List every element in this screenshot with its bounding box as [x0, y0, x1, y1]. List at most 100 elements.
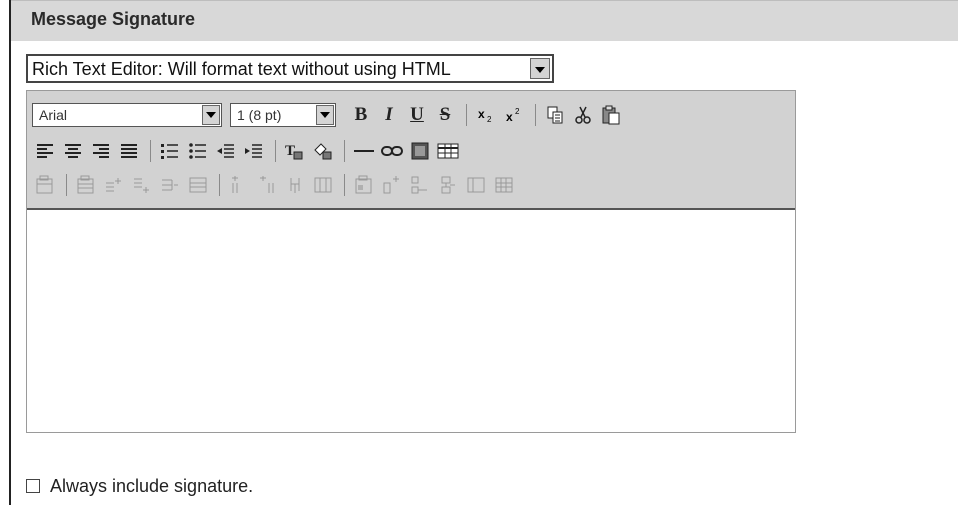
- rich-text-editor: Arial 1 (8 pt) B I U S x2 x2 T: [26, 90, 796, 433]
- insert-link-button[interactable]: [379, 139, 405, 163]
- italic-button[interactable]: I: [376, 103, 402, 127]
- toolbar-separator: [219, 174, 220, 196]
- toolbar-row-2: T: [32, 137, 463, 165]
- insert-row-after-button[interactable]: [129, 173, 155, 197]
- font-family-select[interactable]: Arial: [32, 103, 222, 127]
- insert-column-before-icon: [232, 176, 238, 193]
- delete-column-icon: [290, 178, 300, 193]
- bulleted-list-button[interactable]: [185, 139, 211, 163]
- merge-cells-button[interactable]: [185, 173, 211, 197]
- dropdown-arrow-icon[interactable]: [316, 105, 334, 125]
- indent-button[interactable]: [241, 139, 267, 163]
- svg-text:x: x: [506, 110, 513, 124]
- split-cell-button[interactable]: [310, 173, 336, 197]
- outdent-icon: [217, 144, 234, 158]
- svg-text:2: 2: [515, 107, 520, 116]
- table-grid-button[interactable]: [491, 173, 517, 197]
- merge-cells-icon: [189, 177, 207, 193]
- paste-button[interactable]: [598, 103, 624, 127]
- delete-column-button[interactable]: [282, 173, 308, 197]
- split-cell-icon: [314, 177, 332, 193]
- highlight-color-button[interactable]: [310, 139, 336, 163]
- insert-cell-before-icon: [383, 176, 399, 194]
- highlight-color-icon: [314, 143, 332, 160]
- insert-image-button[interactable]: [407, 139, 433, 163]
- horizontal-rule-icon: [354, 150, 374, 152]
- toolbar-separator: [344, 174, 345, 196]
- numbered-list-icon: [161, 144, 178, 159]
- section-title: Message Signature: [31, 9, 196, 29]
- always-include-signature-label: Always include signature.: [50, 475, 254, 496]
- insert-column-after-icon: [260, 176, 274, 193]
- underline-button[interactable]: U: [404, 103, 430, 127]
- align-right-button[interactable]: [88, 139, 114, 163]
- subscript-button[interactable]: x2: [473, 103, 499, 127]
- cell-properties-icon: [355, 175, 372, 194]
- delete-cell-icon: [441, 176, 455, 194]
- signature-edit-area[interactable]: [27, 210, 795, 432]
- insert-row-before-icon: [106, 178, 121, 192]
- table-properties-icon: [36, 175, 53, 194]
- text-color-button[interactable]: T: [282, 139, 308, 163]
- toolbar-separator: [344, 140, 345, 162]
- strikethrough-button[interactable]: S: [432, 103, 458, 127]
- align-left-icon: [37, 144, 53, 158]
- paste-icon: [602, 105, 620, 125]
- insert-cell-after-button[interactable]: [407, 173, 433, 197]
- insert-cell-after-icon: [411, 176, 427, 194]
- row-properties-button[interactable]: [73, 173, 99, 197]
- image-icon: [411, 142, 429, 160]
- justify-button[interactable]: [116, 139, 142, 163]
- always-include-signature-option[interactable]: Always include signature.: [26, 474, 253, 498]
- numbered-list-button[interactable]: [157, 139, 183, 163]
- table-grid-icon: [495, 177, 513, 193]
- insert-table-button[interactable]: [435, 139, 461, 163]
- align-left-button[interactable]: [32, 139, 58, 163]
- always-include-signature-checkbox[interactable]: [26, 479, 40, 493]
- merge-cell-icon: [467, 177, 485, 193]
- justify-icon: [121, 144, 137, 158]
- outdent-button[interactable]: [213, 139, 239, 163]
- horizontal-rule-button[interactable]: [351, 139, 377, 163]
- insert-column-after-button[interactable]: [254, 173, 280, 197]
- copy-button[interactable]: [542, 103, 568, 127]
- svg-text:x: x: [478, 107, 485, 121]
- insert-column-before-button[interactable]: [226, 173, 252, 197]
- toolbar-separator: [466, 104, 467, 126]
- bulleted-list-icon: [189, 143, 206, 159]
- indent-icon: [245, 144, 262, 158]
- toolbar-separator: [535, 104, 536, 126]
- table-properties-button[interactable]: [32, 173, 58, 197]
- delete-cell-button[interactable]: [435, 173, 461, 197]
- cell-properties-button[interactable]: [351, 173, 377, 197]
- align-right-icon: [93, 144, 109, 158]
- text-color-icon: T: [285, 143, 303, 160]
- bold-button[interactable]: B: [348, 103, 374, 127]
- toolbar-row-1: Arial 1 (8 pt) B I U S x2 x2: [32, 101, 626, 129]
- insert-row-after-icon: [134, 178, 149, 193]
- cut-button[interactable]: [570, 103, 596, 127]
- toolbar-separator: [66, 174, 67, 196]
- editor-mode-value: Rich Text Editor: Will format text witho…: [32, 59, 451, 79]
- font-size-select[interactable]: 1 (8 pt): [230, 103, 336, 127]
- insert-cell-before-button[interactable]: [379, 173, 405, 197]
- superscript-icon: x2: [506, 107, 520, 124]
- align-center-icon: [65, 144, 81, 158]
- cut-icon: [575, 106, 591, 124]
- link-icon: [381, 146, 403, 156]
- dropdown-arrow-icon[interactable]: [530, 58, 550, 79]
- delete-row-button[interactable]: [157, 173, 183, 197]
- left-border: [9, 0, 11, 505]
- font-family-value: Arial: [39, 107, 68, 123]
- dropdown-arrow-icon[interactable]: [202, 105, 220, 125]
- delete-row-icon: [162, 179, 178, 191]
- superscript-button[interactable]: x2: [501, 103, 527, 127]
- merge-cell-button[interactable]: [463, 173, 489, 197]
- font-size-value: 1 (8 pt): [237, 107, 282, 123]
- toolbar-separator: [150, 140, 151, 162]
- row-properties-icon: [77, 175, 94, 194]
- insert-row-before-button[interactable]: [101, 173, 127, 197]
- align-center-button[interactable]: [60, 139, 86, 163]
- copy-icon: [547, 106, 563, 124]
- editor-mode-select[interactable]: Rich Text Editor: Will format text witho…: [26, 54, 554, 83]
